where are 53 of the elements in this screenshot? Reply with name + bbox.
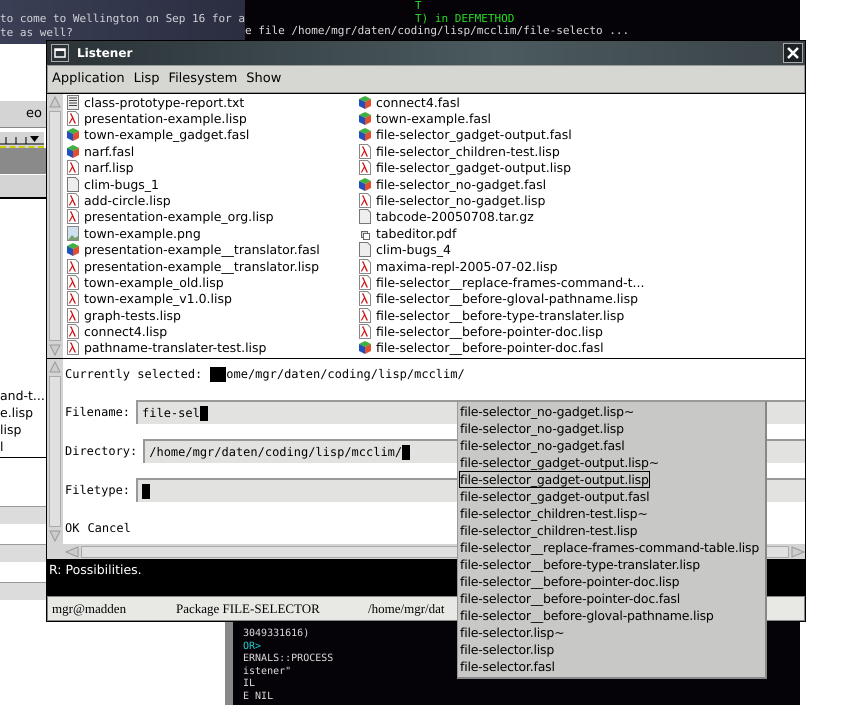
file-name: file-selector__before-pointer-doc.lisp xyxy=(376,324,603,340)
file-name: file-selector_gadget-output.lisp xyxy=(376,160,572,176)
field-label: Filename: xyxy=(65,404,130,422)
field-label: Directory: xyxy=(65,443,138,460)
file-name: town-example_old.lisp xyxy=(84,274,224,290)
field-value: file-sel xyxy=(142,405,200,422)
file-name: file-selector__before-type-translater.lisp xyxy=(376,308,624,323)
file-name: connect4.fasl xyxy=(376,94,460,110)
terminal-line: ERNALS::PROCESS xyxy=(243,653,334,666)
terminal-line: istener" xyxy=(243,666,292,678)
selected-path: ome/mgr/daten/coding/lisp/mcclim/ xyxy=(226,366,465,384)
file-name: file-selector_no-gadget.lisp xyxy=(376,192,546,208)
file-name: file-selector_children-test.lisp xyxy=(376,144,560,159)
terminal-line: OR> xyxy=(243,640,262,653)
field-value: /home/mgr/daten/coding/lisp/mcclim/ xyxy=(149,444,402,462)
file-name: file-selector__before-pointer-doc.fasl xyxy=(376,340,604,356)
terminal-line: T) in DEFMETHOD xyxy=(414,12,514,25)
status-text: Package FILE-SELECTOR xyxy=(176,600,321,616)
terminal-line: e file /home/mgr/daten/coding/lisp/mcclim/file-selecto ... xyxy=(245,25,630,38)
file-name: town-example.fasl xyxy=(376,110,492,126)
mail-text-line: te as well? xyxy=(0,26,74,40)
file-name: connect4.lisp xyxy=(84,324,168,340)
message-text: R: Possibilities. xyxy=(49,562,142,578)
file-name: tabcode-20050708.tar.gz xyxy=(376,209,534,224)
file-name: presentation-example_org.lisp xyxy=(84,209,274,224)
file-name: clim-bugs_1 xyxy=(84,176,160,192)
file-name: tabeditor.pdf xyxy=(376,226,456,241)
file-name: narf.fasl xyxy=(84,144,134,159)
terminal-line: IL xyxy=(243,678,256,690)
file-name: maxima-repl-2005-07-02.lisp xyxy=(376,258,558,274)
file-name: pathname-translater-test.lisp xyxy=(84,340,266,356)
field-label: Currently selected: xyxy=(65,366,202,384)
file-name: graph-tests.lisp xyxy=(84,308,181,323)
terminal-line: 3049331616) xyxy=(243,628,310,640)
file-name: file-selector_no-gadget.fasl xyxy=(376,176,546,192)
file-name: town-example_v1.0.lisp xyxy=(84,291,232,306)
terminal-line: E NIL xyxy=(243,690,274,703)
file-name: add-circle.lisp xyxy=(84,192,171,208)
status-text: /home/mgr/dat xyxy=(368,600,445,616)
file-name: clim-bugs_4 xyxy=(376,242,452,258)
file-name: class-prototype-report.txt xyxy=(84,94,244,110)
file-name: presentation-example__translator.lisp xyxy=(84,258,320,274)
file-name: file-selector_gadget-output.fasl xyxy=(376,127,572,142)
window-title: Listener xyxy=(77,46,134,60)
file-name: town-example_gadget.fasl xyxy=(84,127,250,142)
file-name: presentation-example__translator.fasl xyxy=(84,242,320,258)
field-label: Filetype: xyxy=(65,482,130,500)
status-text: mgr@madden xyxy=(52,600,128,616)
file-name: narf.lisp xyxy=(84,160,134,176)
file-name: presentation-example.lisp xyxy=(84,110,247,126)
file-name: town-example.png xyxy=(84,226,201,241)
mail-text-line: to come to Wellington on Sep 16 for a xyxy=(0,12,245,26)
terminal-line: T xyxy=(414,0,422,12)
